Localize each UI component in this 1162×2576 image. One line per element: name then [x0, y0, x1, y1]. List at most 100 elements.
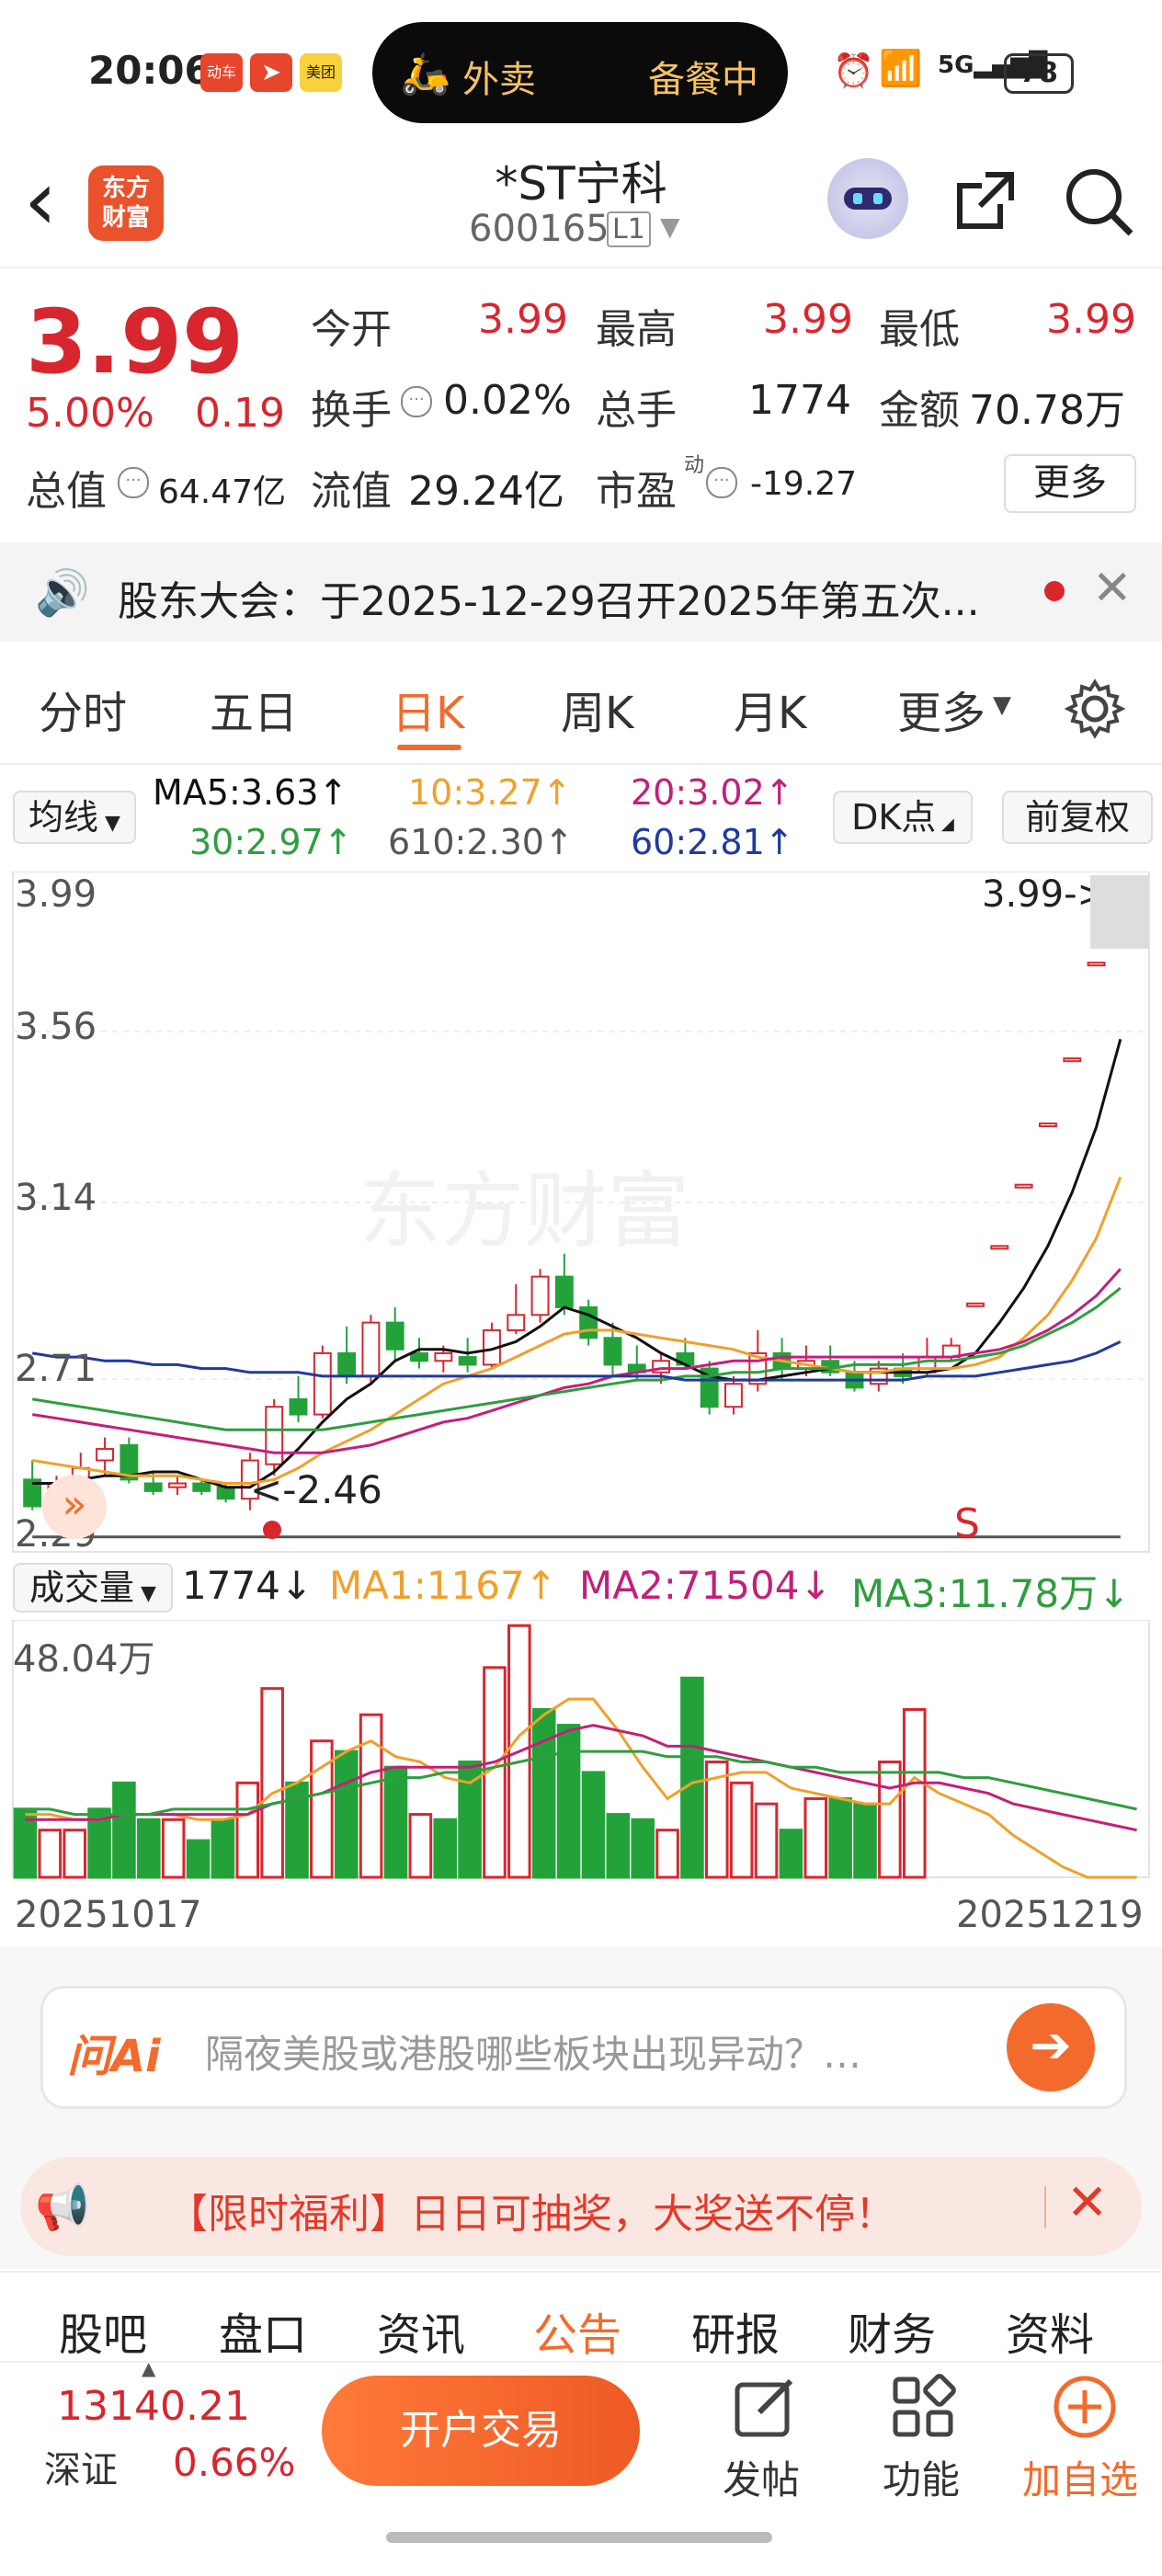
- candle-body: [1038, 1123, 1057, 1128]
- volume-bar: [680, 1676, 704, 1879]
- promo-banner[interactable]: 📢 【限时福利】日日可抽奖，大奖送不停！ ✕: [20, 2157, 1142, 2256]
- more-button[interactable]: 更多: [1004, 454, 1136, 513]
- tab-daily-k[interactable]: 日K: [392, 677, 464, 741]
- ai-send-arrow-icon[interactable]: ➔: [1007, 2003, 1095, 2092]
- volume-bar: [729, 1781, 754, 1879]
- volume-bar: [334, 1750, 359, 1879]
- dk-point-label: DK点: [851, 797, 937, 838]
- volume-bar: [803, 1796, 828, 1879]
- volume-label: 总手: [596, 387, 677, 434]
- share-icon[interactable]: [952, 167, 1019, 234]
- tab-finance[interactable]: 财务: [848, 2298, 936, 2363]
- amount-label: 金额: [879, 387, 960, 434]
- function-grid-icon[interactable]: [890, 2374, 958, 2442]
- close-icon[interactable]: ✕: [1066, 2173, 1108, 2231]
- settings-gear-icon[interactable]: [1065, 678, 1125, 739]
- candle-body: [143, 1482, 163, 1492]
- candle-body: [603, 1337, 622, 1366]
- tab-guba[interactable]: 股吧: [59, 2298, 147, 2363]
- chevron-down-icon[interactable]: ▼: [660, 211, 680, 242]
- turnover-value: 0.02%: [443, 377, 572, 424]
- candle-body: [265, 1406, 284, 1465]
- candle-body: [990, 1245, 1009, 1250]
- volume-bar: [235, 1781, 260, 1879]
- meituan-app-icon: 美团: [300, 53, 342, 92]
- post-label[interactable]: 发帖: [723, 2449, 800, 2505]
- tab-announcements[interactable]: 公告: [533, 2298, 621, 2363]
- volume-bar: [828, 1796, 852, 1879]
- candle-body: [361, 1321, 381, 1377]
- adjustment-button[interactable]: 前复权: [1002, 791, 1153, 844]
- tab-monthly-k[interactable]: 月K: [734, 677, 806, 741]
- dk-caret-icon: ◢: [936, 815, 954, 834]
- ai-logo: 问Ai: [67, 2031, 161, 2082]
- last-price-highlight: [1090, 875, 1149, 949]
- level-badge[interactable]: L1: [607, 211, 651, 247]
- ai-avatar-icon[interactable]: [827, 158, 908, 239]
- tab-five-day[interactable]: 五日: [210, 677, 298, 741]
- index-change: 0.66%: [173, 2440, 296, 2485]
- candle-body: [168, 1482, 187, 1488]
- ma30-label: 30:2.97↑: [189, 822, 353, 862]
- volume-value: 1774: [748, 377, 851, 424]
- volume-bar: [853, 1802, 877, 1879]
- volume-bar: [408, 1813, 433, 1879]
- candle-body: [724, 1383, 743, 1408]
- stock-header: ‹ 东方 财富 *ST宁科 600165 L1 ▼: [0, 147, 1162, 268]
- expand-double-arrow-icon[interactable]: »: [42, 1475, 107, 1539]
- bottom-toolbar: ▲ 13140.21 深证 0.66% 开户交易 发帖 功能 加自选: [0, 2357, 1162, 2576]
- volume-chart[interactable]: [0, 1620, 1162, 1879]
- announcement-bar[interactable]: 🔊 股东大会：于2025-12-29召开2025年第五次... ✕: [0, 542, 1162, 642]
- search-icon[interactable]: [1063, 165, 1136, 239]
- add-watchlist-label[interactable]: 加自选: [1022, 2449, 1138, 2505]
- info-icon[interactable]: ···: [118, 467, 149, 498]
- wifi-icon: 📶: [879, 48, 923, 88]
- price-tick-3.14: 3.14: [15, 1177, 97, 1219]
- float-value: 29.24亿: [408, 468, 564, 515]
- volume-bar: [556, 1724, 581, 1879]
- edit-post-icon[interactable]: [732, 2376, 798, 2442]
- announcement-text[interactable]: 股东大会：于2025-12-29召开2025年第五次...: [118, 568, 980, 627]
- dynamic-island-delivery[interactable]: 🛵 外卖 备餐中: [372, 22, 788, 123]
- ai-question-box[interactable]: 问Ai 隔夜美股或港股哪些板块出现异动？… ➔: [40, 1986, 1127, 2109]
- ma-chip[interactable]: 均线 ▼: [13, 791, 136, 844]
- promo-text[interactable]: 【限时福利】日日可抽奖，大奖送不停！: [167, 2181, 895, 2240]
- add-circle-icon[interactable]: [1050, 2372, 1120, 2442]
- volume-chip[interactable]: 成交量 ▼: [13, 1563, 173, 1613]
- info-icon[interactable]: ···: [706, 467, 737, 498]
- watermark: 东方财富: [359, 1163, 689, 1260]
- volume-bar: [655, 1829, 679, 1879]
- speaker-icon: 🔊: [35, 567, 90, 619]
- tab-research[interactable]: 研报: [691, 2298, 780, 2363]
- tab-intraday[interactable]: 分时: [39, 677, 127, 741]
- open-account-trade-button[interactable]: 开户交易: [322, 2376, 640, 2486]
- pe-superscript: 动: [684, 454, 705, 477]
- volume-bar: [383, 1765, 408, 1879]
- ma-legend: 均线 ▼ MA5:3.63↑ 10:3.27↑ 20:3.02↑ 30:2.97…: [0, 772, 1162, 873]
- function-label[interactable]: 功能: [883, 2449, 960, 2505]
- tab-weekly-k[interactable]: 周K: [561, 677, 633, 741]
- index-value[interactable]: 13140.21: [57, 2383, 250, 2430]
- volume-bar: [531, 1707, 556, 1879]
- ai-placeholder[interactable]: 隔夜美股或港股哪些板块出现异动？…: [205, 2023, 861, 2080]
- volume-legend: 成交量 ▼ 1774↓ MA1:1167↑ MA2:71504↓ MA3:11.…: [0, 1559, 1162, 1616]
- mktcap-value: 64.47亿: [158, 473, 287, 511]
- candle-body: [313, 1351, 332, 1416]
- close-icon[interactable]: ✕: [1092, 561, 1133, 616]
- low-value: 3.99: [1046, 296, 1136, 343]
- status-bar: 20:06 动车 ➤ 美团 🛵 外卖 备餐中 ⏰ 📶 5G▂▄▆█ 78: [0, 0, 1162, 147]
- dk-point-button[interactable]: DK点 ◢: [833, 791, 973, 844]
- send-app-icon: ➤: [250, 53, 292, 92]
- info-icon[interactable]: ···: [401, 386, 432, 417]
- last-price-tag: 3.99->: [982, 873, 1109, 916]
- tab-profile[interactable]: 资料: [1006, 2298, 1094, 2363]
- amount-value: 70.78万: [969, 387, 1125, 434]
- tab-more[interactable]: 更多: [897, 677, 985, 741]
- vol-ma3: MA3:11.78万↓: [851, 1571, 1131, 1616]
- tab-orderbook[interactable]: 盘口: [219, 2298, 307, 2363]
- candlestick-chart[interactable]: 东方财富: [0, 872, 1162, 1554]
- candle-body: [289, 1397, 308, 1416]
- volume-bar: [260, 1687, 284, 1879]
- tab-news[interactable]: 资讯: [377, 2298, 465, 2363]
- ma610-label: 610:2.30↑: [388, 822, 574, 862]
